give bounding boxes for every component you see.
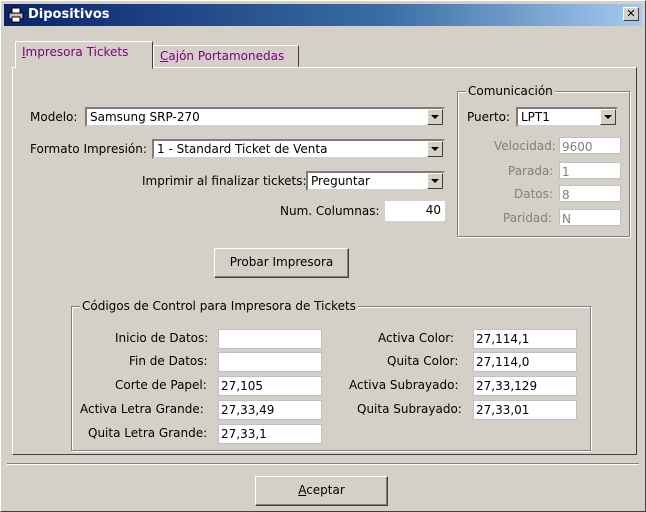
chevron-down-icon[interactable]: [427, 109, 443, 125]
datos-value: 8: [562, 188, 570, 202]
modelo-label: Modelo:: [30, 110, 78, 124]
close-button[interactable]: ✕: [623, 7, 639, 21]
printer-icon: [8, 7, 24, 23]
quita-color-input[interactable]: 27,114,0: [473, 352, 577, 372]
inicio-datos-label: Inicio de Datos:: [115, 331, 209, 345]
formato-label: Formato Impresión:: [30, 142, 147, 156]
paridad-field[interactable]: N: [559, 209, 621, 226]
activa-letra-grande-input[interactable]: 27,33,49: [218, 400, 322, 420]
activa-letra-grande-value: 27,33,49: [221, 403, 275, 417]
quita-subrayado-input[interactable]: 27,33,01: [473, 400, 577, 420]
columnas-input[interactable]: 40: [385, 201, 445, 221]
columnas-label: Num. Columnas:: [280, 204, 380, 218]
paridad-value: N: [562, 212, 571, 226]
aceptar-label: ceptar: [306, 483, 345, 497]
velocidad-label: Velocidad:: [494, 139, 556, 153]
activa-subrayado-label: Activa Subrayado:: [349, 378, 459, 392]
activa-color-label: Activa Color:: [378, 331, 455, 345]
datos-field[interactable]: 8: [559, 185, 621, 202]
probar-impresora-label: Probar Impresora: [229, 255, 334, 269]
quita-subrayado-value: 27,33,01: [476, 403, 530, 417]
quita-subrayado-label: Quita Subrayado:: [357, 402, 462, 416]
tab-impresora-tickets[interactable]: Impresora Tickets: [15, 41, 153, 69]
tab-impresora-label: mpresora Tickets: [25, 45, 129, 59]
activa-subrayado-value: 27,33,129: [476, 379, 538, 393]
quita-letra-grande-value: 27,33,1: [221, 427, 267, 441]
probar-impresora-button[interactable]: Probar Impresora: [214, 248, 349, 278]
puerto-select[interactable]: LPT1: [516, 107, 618, 127]
fin-datos-label: Fin de Datos:: [129, 354, 208, 368]
quita-color-label: Quita Color:: [387, 354, 459, 368]
tab-cajon-portamonedas[interactable]: Cajón Portamonedas: [153, 45, 299, 67]
quita-letra-grande-input[interactable]: 27,33,1: [218, 424, 322, 444]
imprimir-select[interactable]: Preguntar: [306, 171, 445, 191]
velocidad-field[interactable]: 9600: [559, 137, 621, 154]
title-bar[interactable]: Dipositivos ✕: [4, 4, 642, 26]
chevron-down-icon[interactable]: [427, 141, 443, 157]
codigos-title: Códigos de Control para Impresora de Tic…: [80, 299, 358, 313]
activa-color-value: 27,114,1: [476, 332, 530, 346]
columnas-value: 40: [425, 203, 441, 217]
datos-label: Datos:: [514, 187, 553, 201]
fin-datos-input[interactable]: [218, 352, 322, 372]
corte-papel-label: Corte de Papel:: [115, 378, 207, 392]
formato-value: 1 - Standard Ticket de Venta: [157, 142, 328, 156]
inicio-datos-input[interactable]: [218, 329, 322, 349]
close-icon: ✕: [626, 7, 636, 20]
puerto-label: Puerto:: [467, 110, 511, 124]
tab-cajon-label: ajón Portamonedas: [168, 49, 285, 63]
chevron-down-icon[interactable]: [427, 173, 443, 189]
parada-field[interactable]: 1: [559, 162, 621, 179]
imprimir-value: Preguntar: [311, 174, 370, 188]
activa-letra-grande-label: Activa Letra Grande:: [80, 402, 204, 416]
modelo-select[interactable]: Samsung SRP-270: [85, 107, 445, 127]
aceptar-mnemonic: A: [298, 483, 307, 497]
activa-subrayado-input[interactable]: 27,33,129: [473, 376, 577, 396]
corte-papel-input[interactable]: 27,105: [218, 376, 322, 396]
formato-select[interactable]: 1 - Standard Ticket de Venta: [152, 139, 445, 159]
paridad-label: Paridad:: [503, 211, 552, 225]
puerto-value: LPT1: [521, 110, 550, 124]
parada-value: 1: [562, 165, 570, 179]
dispositivos-window: Dipositivos ✕ Impresora Tickets Cajón Po…: [0, 0, 646, 512]
comunicacion-title: Comunicación: [466, 84, 555, 98]
footer-divider: [7, 463, 639, 465]
chevron-down-icon[interactable]: [600, 109, 616, 125]
imprimir-label: Imprimir al finalizar tickets:: [142, 174, 307, 188]
window-title: Dipositivos: [28, 7, 110, 22]
parada-label: Parada:: [508, 164, 554, 178]
modelo-value: Samsung SRP-270: [90, 110, 200, 124]
quita-color-value: 27,114,0: [476, 355, 530, 369]
activa-color-input[interactable]: 27,114,1: [473, 329, 577, 349]
aceptar-button[interactable]: Aceptar: [255, 476, 388, 506]
quita-letra-grande-label: Quita Letra Grande:: [88, 426, 208, 440]
velocidad-value: 9600: [562, 140, 593, 154]
corte-papel-value: 27,105: [221, 379, 263, 393]
